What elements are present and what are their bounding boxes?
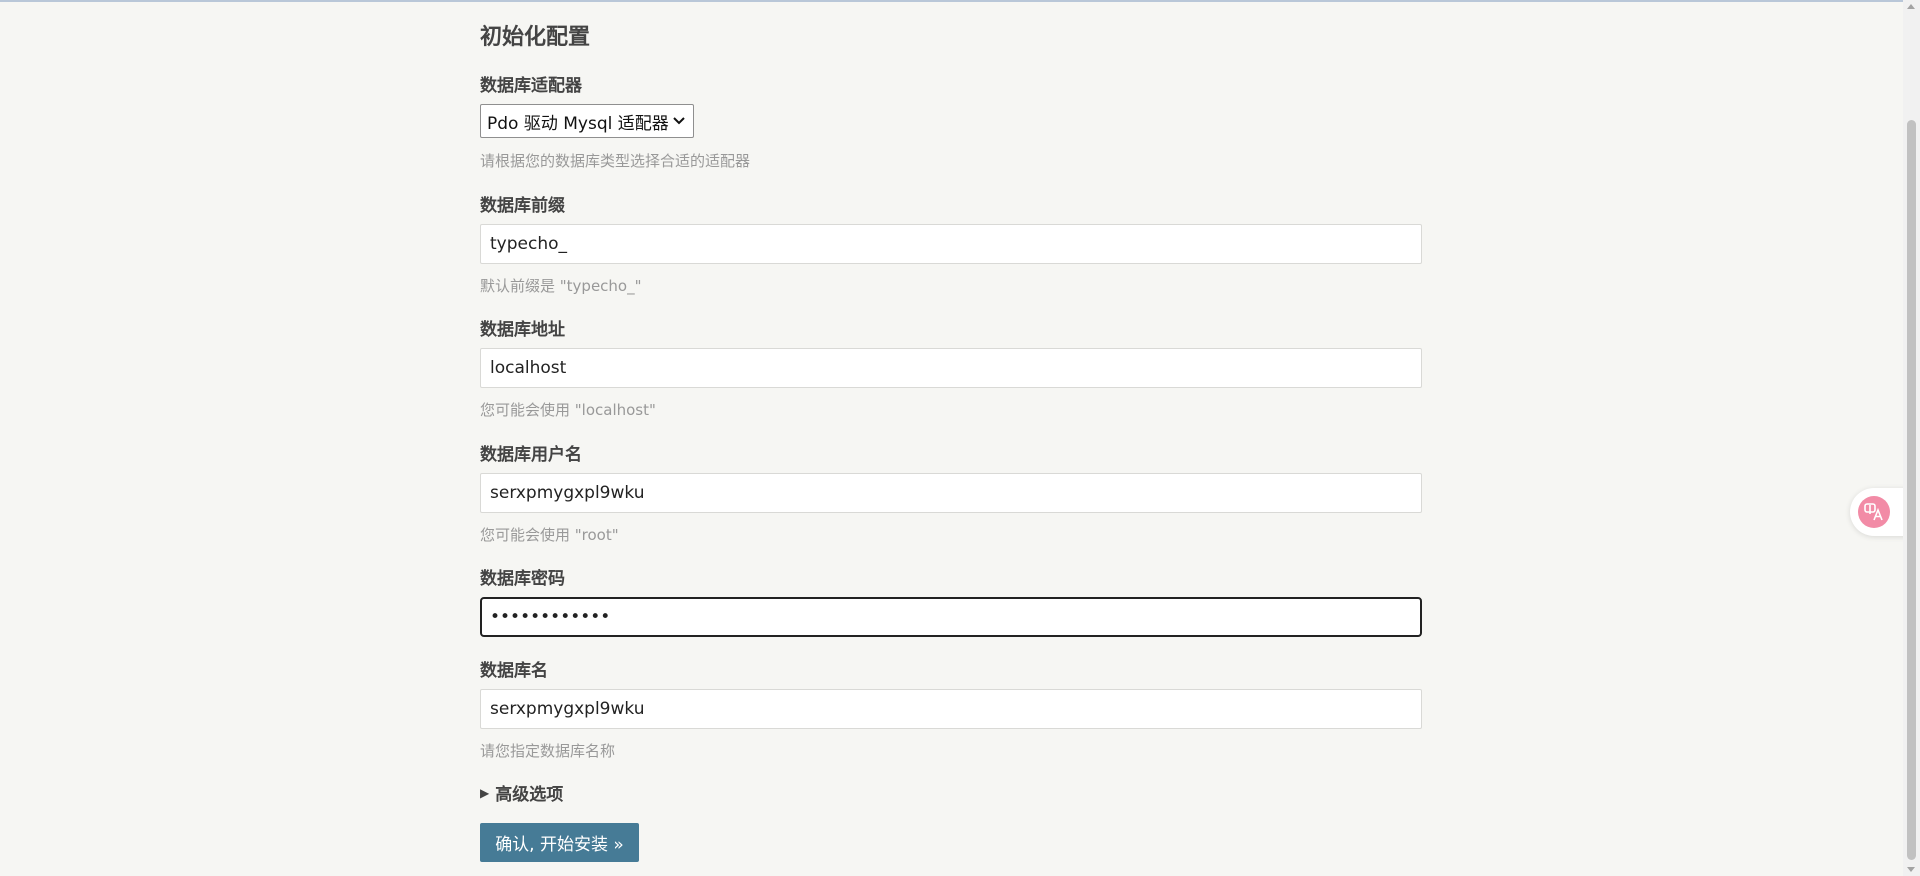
chevron-down-icon: [671, 113, 687, 129]
host-label: 数据库地址: [480, 320, 565, 340]
dbname-input[interactable]: [480, 689, 1422, 729]
user-label: 数据库用户名: [480, 445, 582, 465]
password-input[interactable]: [480, 597, 1422, 637]
dbname-label: 数据库名: [480, 661, 548, 681]
translate-icon: [1858, 496, 1890, 528]
host-description: 您可能会使用 "localhost": [480, 401, 656, 419]
prefix-input[interactable]: [480, 224, 1422, 264]
advanced-options-label: 高级选项: [495, 785, 564, 805]
page-scrollbar[interactable]: [1903, 0, 1920, 876]
adapter-select-value: Pdo 驱动 Mysql 适配器: [487, 113, 669, 134]
user-description: 您可能会使用 "root": [480, 526, 619, 544]
host-input[interactable]: [480, 348, 1422, 388]
submit-install-button[interactable]: 确认, 开始安装 »: [480, 823, 639, 862]
scroll-down-icon[interactable]: [1907, 867, 1915, 872]
prefix-label: 数据库前缀: [480, 196, 565, 216]
page-title: 初始化配置: [480, 25, 591, 50]
adapter-description: 请根据您的数据库类型选择合适的适配器: [480, 152, 751, 170]
top-border: [0, 0, 1920, 2]
dbname-description: 请您指定数据库名称: [480, 742, 616, 760]
user-input[interactable]: [480, 473, 1422, 513]
prefix-description: 默认前缀是 "typecho_": [480, 277, 642, 295]
advanced-options-toggle[interactable]: ▶ 高级选项: [480, 780, 563, 805]
scroll-up-icon[interactable]: [1907, 4, 1915, 9]
scrollbar-thumb[interactable]: [1907, 120, 1916, 860]
triangle-right-icon: ▶: [480, 785, 490, 800]
password-label: 数据库密码: [480, 569, 565, 589]
adapter-label: 数据库适配器: [480, 76, 582, 96]
adapter-select[interactable]: Pdo 驱动 Mysql 适配器: [480, 104, 694, 138]
